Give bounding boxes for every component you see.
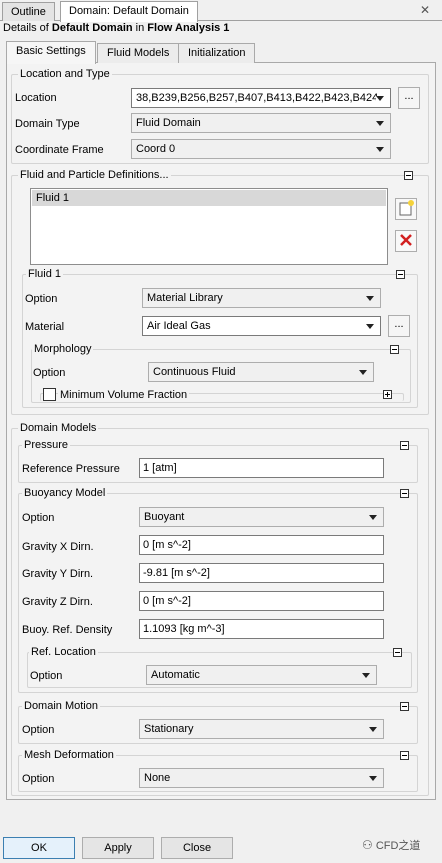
buoyancy-title: Buoyancy Model xyxy=(22,487,108,499)
material-value: Air Ideal Gas xyxy=(147,320,211,332)
coord-frame-label: Coordinate Frame xyxy=(15,144,104,156)
buoy-density-label: Buoy. Ref. Density xyxy=(22,624,113,636)
domain-motion-value: Stationary xyxy=(144,723,194,735)
fluid1-option-select[interactable]: Material Library xyxy=(142,288,381,308)
fluid-definitions-title: Fluid and Particle Definitions... xyxy=(18,169,171,181)
collapse-icon[interactable] xyxy=(396,270,405,279)
chevron-down-icon xyxy=(366,296,374,301)
watermark-text: CFD之道 xyxy=(375,840,421,852)
tab-domain[interactable]: Domain: Default Domain xyxy=(60,1,198,22)
buoyancy-option-value: Buoyant xyxy=(144,511,185,523)
domain-motion-title: Domain Motion xyxy=(22,700,100,712)
details-prefix: Details of xyxy=(3,22,52,34)
details-header: Details of Default Domain in Flow Analys… xyxy=(3,22,229,34)
add-fluid-button[interactable] xyxy=(395,198,417,220)
collapse-icon[interactable] xyxy=(400,489,409,498)
chevron-down-icon xyxy=(366,324,374,329)
chevron-down-icon xyxy=(369,727,377,732)
collapse-icon[interactable] xyxy=(390,345,399,354)
tab-fluid-models[interactable]: Fluid Models xyxy=(97,43,180,63)
ref-location-value: Automatic xyxy=(151,669,200,681)
domain-type-select[interactable]: Fluid Domain xyxy=(131,113,391,133)
mesh-deformation-option-label: Option xyxy=(22,773,55,785)
coord-frame-select[interactable]: Coord 0 xyxy=(131,139,391,159)
buoyancy-option-select[interactable]: Buoyant xyxy=(139,507,384,527)
location-browse-button[interactable]: ... xyxy=(398,87,420,109)
location-value: 38,B239,B256,B257,B407,B413,B422,B423,B4… xyxy=(136,92,379,104)
fluid-list[interactable]: Fluid 1 xyxy=(30,188,388,265)
chevron-down-icon xyxy=(376,121,384,126)
chevron-down-icon xyxy=(359,370,367,375)
buoy-density-input[interactable]: 1.1093 [kg m^-3] xyxy=(139,619,384,639)
ref-pressure-input[interactable]: 1 [atm] xyxy=(139,458,384,478)
close-button[interactable]: Close xyxy=(161,837,233,859)
domain-type-label: Domain Type xyxy=(15,118,80,130)
fluid1-option-label: Option xyxy=(25,293,58,305)
ref-pressure-label: Reference Pressure xyxy=(22,463,120,475)
fluid-list-item[interactable]: Fluid 1 xyxy=(32,190,386,206)
chevron-down-icon xyxy=(369,515,377,520)
chevron-down-icon xyxy=(362,673,370,678)
fluid1-title: Fluid 1 xyxy=(26,268,64,280)
domain-motion-option-label: Option xyxy=(22,724,55,736)
chevron-down-icon xyxy=(376,96,384,101)
tab-basic-settings[interactable]: Basic Settings xyxy=(6,41,96,64)
coord-frame-value: Coord 0 xyxy=(136,143,176,155)
buoyancy-option-label: Option xyxy=(22,512,55,524)
chevron-down-icon xyxy=(369,776,377,781)
details-mid: in xyxy=(132,22,148,34)
domain-motion-select[interactable]: Stationary xyxy=(139,719,384,739)
gravity-z-label: Gravity Z Dirn. xyxy=(22,596,93,608)
collapse-icon[interactable] xyxy=(400,702,409,711)
gravity-y-input[interactable]: -9.81 [m s^-2] xyxy=(139,563,384,583)
gravity-y-label: Gravity Y Dirn. xyxy=(22,568,94,580)
pressure-title: Pressure xyxy=(22,439,71,451)
morphology-option-select[interactable]: Continuous Fluid xyxy=(148,362,374,382)
min-volume-label: Minimum Volume Fraction xyxy=(58,389,190,401)
mesh-deformation-title: Mesh Deformation xyxy=(22,749,116,761)
collapse-icon[interactable] xyxy=(393,648,402,657)
ref-location-title: Ref. Location xyxy=(29,646,98,658)
new-item-icon xyxy=(399,200,414,216)
collapse-icon[interactable] xyxy=(400,751,409,760)
delete-icon xyxy=(400,234,412,246)
location-label: Location xyxy=(15,92,57,104)
gravity-x-label: Gravity X Dirn. xyxy=(22,541,94,553)
watermark: ⚇ CFD之道 xyxy=(362,837,420,853)
details-analysis-name: Flow Analysis 1 xyxy=(147,22,230,34)
tab-outline[interactable]: Outline xyxy=(2,2,55,21)
details-domain-name: Default Domain xyxy=(51,22,133,34)
delete-fluid-button[interactable] xyxy=(395,230,417,252)
domain-models-title: Domain Models xyxy=(18,422,99,434)
ok-button[interactable]: OK xyxy=(3,837,75,859)
morphology-title: Morphology xyxy=(32,343,94,355)
close-icon[interactable]: ✕ xyxy=(420,3,430,17)
location-type-title: Location and Type xyxy=(18,68,112,80)
mesh-deformation-value: None xyxy=(144,772,171,784)
ref-location-option-label: Option xyxy=(30,670,63,682)
apply-button[interactable]: Apply xyxy=(82,837,154,859)
wechat-icon: ⚇ xyxy=(362,838,373,852)
tab-initialization[interactable]: Initialization xyxy=(178,43,256,63)
location-combo[interactable]: 38,B239,B256,B257,B407,B413,B422,B423,B4… xyxy=(131,88,391,108)
expand-icon[interactable] xyxy=(383,390,392,399)
mesh-deformation-select[interactable]: None xyxy=(139,768,384,788)
material-label: Material xyxy=(25,321,65,333)
top-tab-bar: Outline Domain: Default Domain ✕ xyxy=(0,0,442,22)
chevron-down-icon xyxy=(376,147,384,152)
collapse-icon[interactable] xyxy=(400,441,409,450)
morphology-option-value: Continuous Fluid xyxy=(153,366,236,378)
gravity-z-input[interactable]: 0 [m s^-2] xyxy=(139,591,384,611)
gravity-x-input[interactable]: 0 [m s^-2] xyxy=(139,535,384,555)
material-combo[interactable]: Air Ideal Gas xyxy=(142,316,381,336)
fluid1-option-value: Material Library xyxy=(147,292,223,304)
morphology-option-label: Option xyxy=(33,367,66,379)
collapse-icon[interactable] xyxy=(404,171,413,180)
material-browse-button[interactable]: ... xyxy=(388,315,410,337)
min-volume-checkbox[interactable] xyxy=(43,388,56,401)
domain-type-value: Fluid Domain xyxy=(136,117,201,129)
ref-location-select[interactable]: Automatic xyxy=(146,665,377,685)
